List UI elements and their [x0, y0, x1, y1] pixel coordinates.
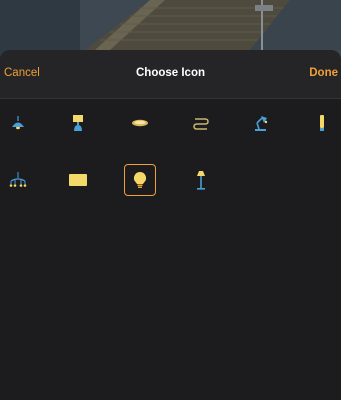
sheet-title: Choose Icon [135, 67, 205, 79]
table-lamp-icon[interactable] [62, 107, 94, 139]
done-button[interactable]: Done [309, 67, 338, 79]
pendant-lamp-icon[interactable] [2, 107, 34, 139]
choose-icon-sheet: Cancel Choose Icon Done [0, 50, 341, 400]
ceiling-light-icon[interactable] [124, 107, 156, 139]
desk-lamp-icon[interactable] [245, 107, 277, 139]
chandelier-icon[interactable] [2, 164, 34, 196]
light-panel-icon[interactable] [62, 164, 94, 196]
navigation-bar: Cancel Choose Icon Done [0, 50, 341, 99]
floor-lamp-icon[interactable] [185, 164, 217, 196]
light-bulb-icon[interactable] [124, 164, 156, 196]
screen: Cancel Choose Icon Done [0, 0, 341, 400]
wall-light-icon[interactable] [306, 107, 338, 139]
light-strip-icon[interactable] [185, 107, 217, 139]
